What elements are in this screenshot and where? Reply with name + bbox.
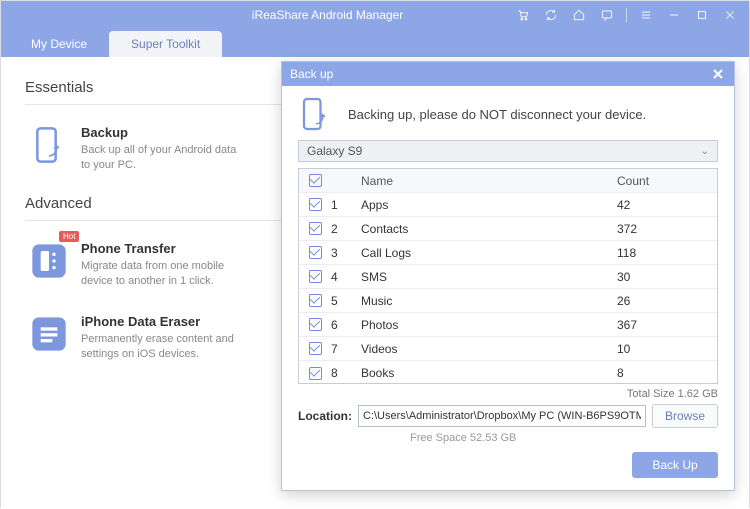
table-header: Name Count — [299, 169, 717, 193]
table-row[interactable]: 6Photos367 — [299, 313, 717, 337]
close-icon[interactable] — [721, 6, 739, 24]
row-index: 5 — [331, 294, 361, 308]
col-count: Count — [617, 174, 717, 188]
home-icon[interactable] — [570, 6, 588, 24]
row-checkbox[interactable] — [309, 270, 322, 283]
backup-title: Backup — [81, 125, 241, 140]
row-name: Music — [361, 294, 617, 308]
row-index: 7 — [331, 342, 361, 356]
row-checkbox[interactable] — [309, 342, 322, 355]
row-index: 4 — [331, 270, 361, 284]
dialog-footer: Back Up — [282, 444, 734, 490]
dialog-message-row: Backing up, please do NOT disconnect you… — [282, 86, 734, 140]
separator — [626, 8, 627, 22]
maximize-icon[interactable] — [693, 6, 711, 24]
row-index: 6 — [331, 318, 361, 332]
row-checkbox[interactable] — [309, 294, 322, 307]
backup-desc: Back up all of your Android data to your… — [81, 143, 241, 173]
row-checkbox[interactable] — [309, 318, 322, 331]
row-name: Books — [361, 366, 617, 380]
transfer-title: Phone Transfer — [81, 241, 241, 256]
transfer-icon — [29, 241, 69, 281]
row-name: Photos — [361, 318, 617, 332]
eraser-desc: Permanently erase content and settings o… — [81, 332, 241, 362]
eraser-card-text: iPhone Data Eraser Permanently erase con… — [81, 314, 241, 362]
table-row[interactable]: 5Music26 — [299, 289, 717, 313]
row-count: 372 — [617, 222, 717, 236]
minimize-icon[interactable] — [665, 6, 683, 24]
tab-my-device[interactable]: My Device — [9, 31, 109, 57]
row-count: 367 — [617, 318, 717, 332]
row-checkbox[interactable] — [309, 222, 322, 235]
table-row[interactable]: 4SMS30 — [299, 265, 717, 289]
row-checkbox[interactable] — [309, 367, 322, 380]
browse-button[interactable]: Browse — [652, 404, 718, 428]
row-name: Call Logs — [361, 246, 617, 260]
row-count: 26 — [617, 294, 717, 308]
row-name: Videos — [361, 342, 617, 356]
row-index: 3 — [331, 246, 361, 260]
chevron-down-icon: ⌄ — [701, 146, 709, 157]
eraser-title: iPhone Data Eraser — [81, 314, 241, 329]
device-selected: Galaxy S9 — [307, 144, 362, 158]
row-count: 118 — [617, 246, 717, 260]
row-index: 8 — [331, 366, 361, 380]
location-row: Location: Browse — [282, 402, 734, 430]
device-dropdown[interactable]: Galaxy S9 ⌄ — [298, 140, 718, 162]
menu-icon[interactable] — [637, 6, 655, 24]
row-name: Apps — [361, 198, 617, 212]
col-name: Name — [361, 174, 617, 188]
location-label: Location: — [298, 409, 352, 423]
items-table: Name Count 1Apps422Contacts3723Call Logs… — [298, 168, 718, 384]
dialog-title: Back up — [290, 67, 710, 81]
row-count: 30 — [617, 270, 717, 284]
dialog-close-button[interactable] — [710, 66, 726, 82]
eraser-icon — [29, 314, 69, 354]
transfer-desc: Migrate data from one mobile device to a… — [81, 259, 241, 289]
row-index: 2 — [331, 222, 361, 236]
titlebar-controls — [514, 6, 749, 24]
row-count: 8 — [617, 366, 717, 380]
feedback-icon[interactable] — [598, 6, 616, 24]
cart-icon[interactable] — [514, 6, 532, 24]
main-tabs: My Device Super Toolkit — [1, 29, 749, 57]
backup-phone-icon — [298, 96, 334, 132]
select-all-checkbox[interactable] — [309, 174, 322, 187]
dialog-message: Backing up, please do NOT disconnect you… — [348, 107, 646, 122]
app-title: iReaShare Android Manager — [1, 8, 514, 22]
backup-button[interactable]: Back Up — [632, 452, 718, 478]
tab-super-toolkit[interactable]: Super Toolkit — [109, 31, 222, 57]
backup-dialog: Back up Backing up, please do NOT discon… — [281, 61, 735, 491]
table-row[interactable]: 1Apps42 — [299, 193, 717, 217]
titlebar: iReaShare Android Manager — [1, 1, 749, 29]
row-name: Contacts — [361, 222, 617, 236]
row-count: 10 — [617, 342, 717, 356]
location-input[interactable] — [358, 405, 646, 427]
total-size-label: Total Size 1.62 GB — [282, 384, 734, 402]
hot-badge: Hot — [59, 231, 79, 242]
free-space-label: Free Space 52.53 GB — [282, 430, 734, 444]
table-row[interactable]: 3Call Logs118 — [299, 241, 717, 265]
row-count: 42 — [617, 198, 717, 212]
backup-card-text: Backup Back up all of your Android data … — [81, 125, 241, 173]
table-row[interactable]: 2Contacts372 — [299, 217, 717, 241]
row-checkbox[interactable] — [309, 246, 322, 259]
row-name: SMS — [361, 270, 617, 284]
table-row[interactable]: 8Books8 — [299, 361, 717, 384]
row-index: 1 — [331, 198, 361, 212]
transfer-card-text: Phone Transfer Migrate data from one mob… — [81, 241, 241, 289]
refresh-icon[interactable] — [542, 6, 560, 24]
row-checkbox[interactable] — [309, 198, 322, 211]
backup-phone-icon — [29, 125, 69, 165]
content-area: Essentials Backup Back up all of your An… — [1, 57, 749, 509]
table-row[interactable]: 7Videos10 — [299, 337, 717, 361]
dialog-header: Back up — [282, 62, 734, 86]
